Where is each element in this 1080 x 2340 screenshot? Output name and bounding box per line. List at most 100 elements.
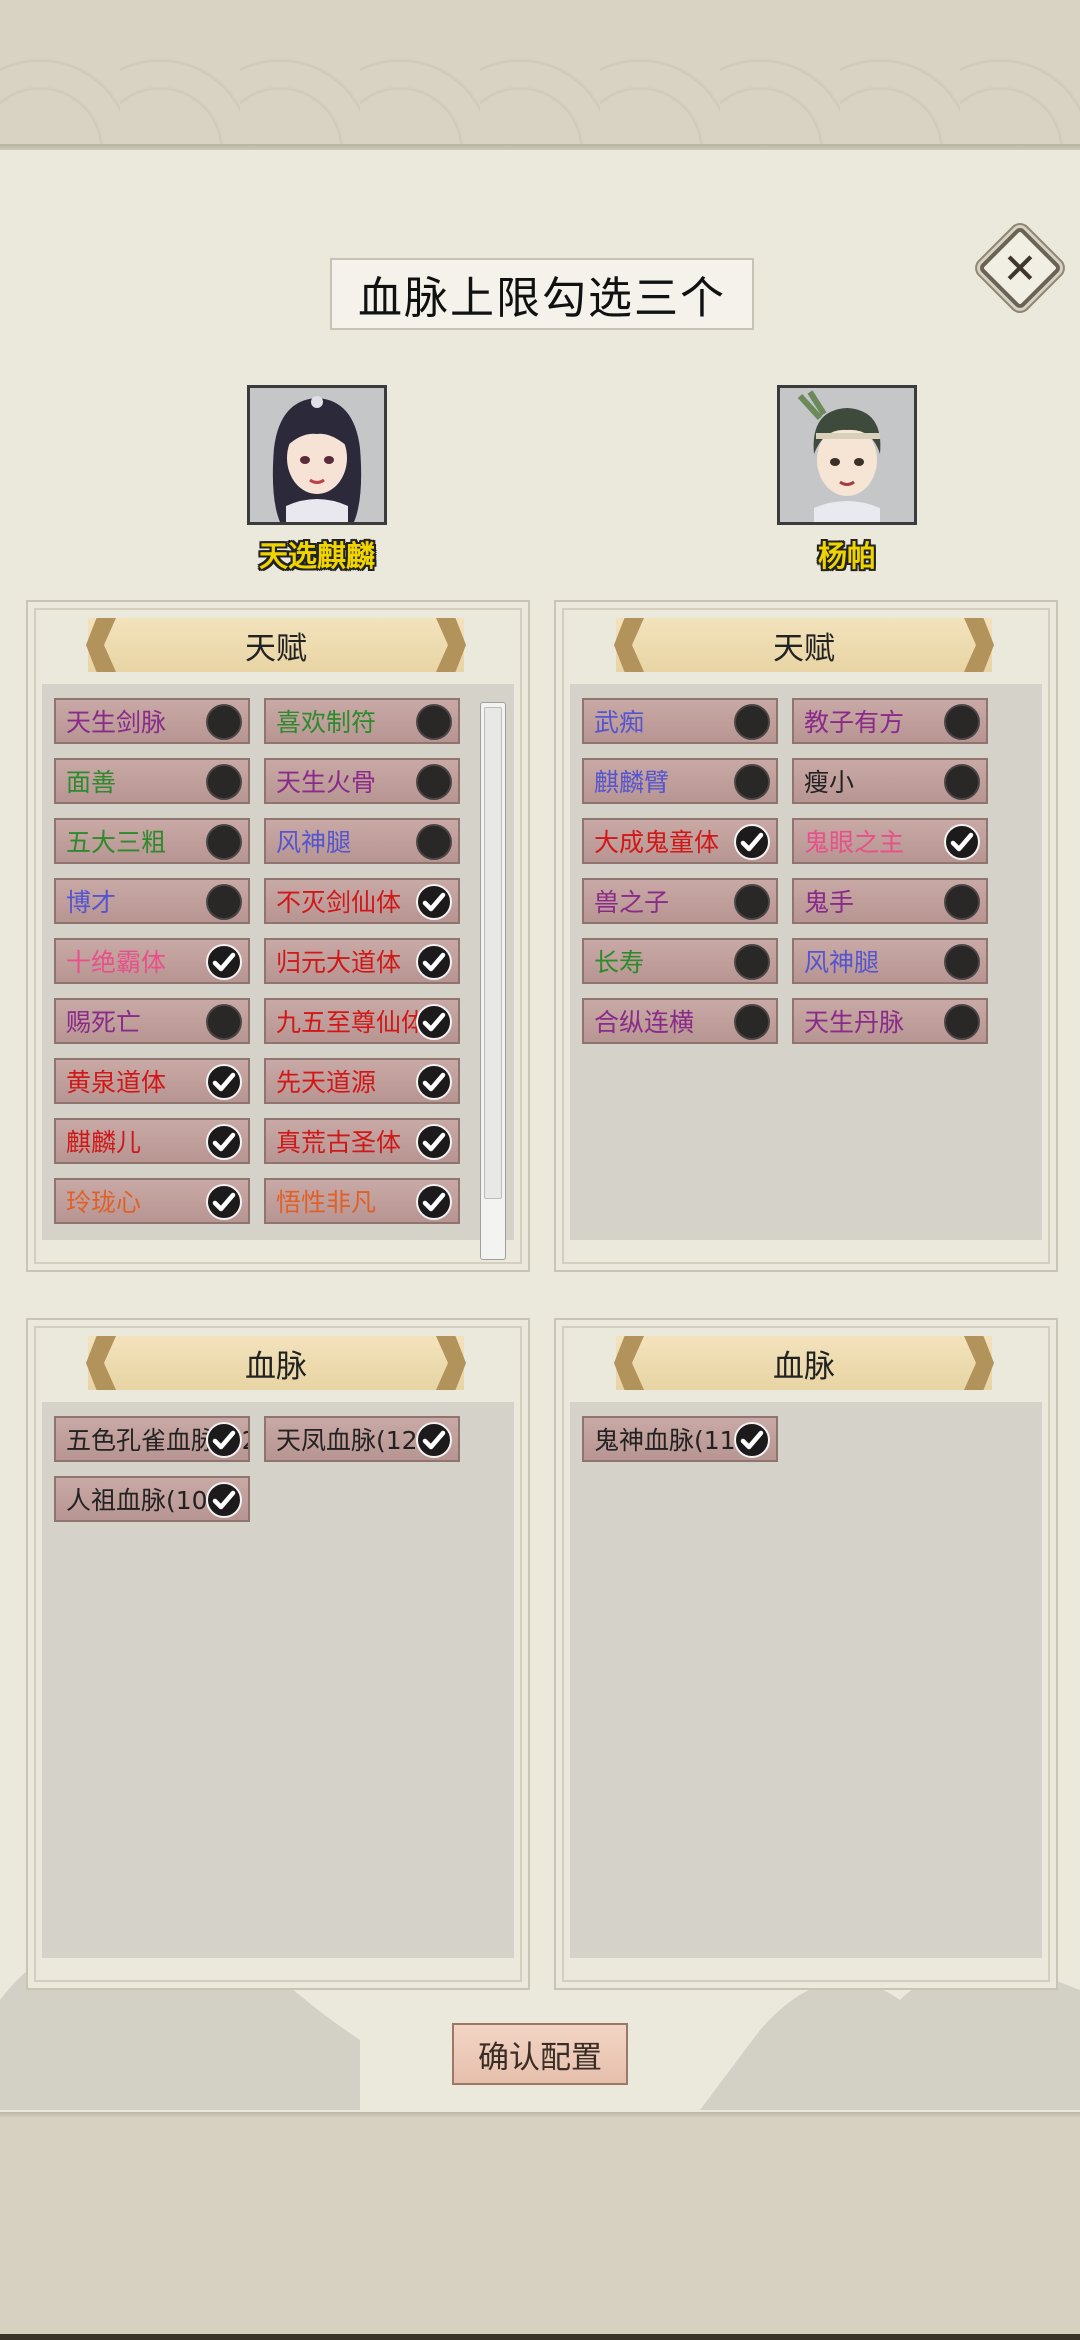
checkmark-icon[interactable] xyxy=(416,944,452,980)
checkmark-icon[interactable] xyxy=(416,1124,452,1160)
unchecked-circle-icon[interactable] xyxy=(416,704,452,740)
unchecked-circle-icon[interactable] xyxy=(206,824,242,860)
unchecked-circle-icon[interactable] xyxy=(734,764,770,800)
talent-tag[interactable]: 天生丹脉 xyxy=(792,998,988,1044)
character-right[interactable]: 杨帕 xyxy=(747,385,947,575)
talent-tag[interactable]: 风神腿 xyxy=(264,818,460,864)
prev-arrow-icon[interactable] xyxy=(86,618,116,672)
talent-tag[interactable]: 人祖血脉(10 xyxy=(54,1476,250,1522)
talent-tag[interactable]: 大成鬼童体 xyxy=(582,818,778,864)
checkmark-icon[interactable] xyxy=(734,824,770,860)
next-arrow-icon[interactable] xyxy=(436,618,466,672)
checkmark-icon[interactable] xyxy=(416,1184,452,1220)
talent-tag[interactable]: 归元大道体 xyxy=(264,938,460,984)
tag-label: 鬼手 xyxy=(804,888,855,917)
left-blood-header: 血脉 xyxy=(86,1336,466,1390)
talent-tag[interactable]: 麒麟儿 xyxy=(54,1118,250,1164)
talent-tag[interactable]: 鬼神血脉(11 xyxy=(582,1416,778,1462)
tag-label: 瘦小 xyxy=(804,768,855,797)
unchecked-circle-icon[interactable] xyxy=(206,884,242,920)
talent-tag[interactable]: 喜欢制符 xyxy=(264,698,460,744)
checkmark-icon[interactable] xyxy=(416,1064,452,1100)
prev-arrow-icon[interactable] xyxy=(614,618,644,672)
talent-tag[interactable]: 天凤血脉(12 xyxy=(264,1416,460,1462)
checkmark-icon[interactable] xyxy=(416,1422,452,1458)
left-talent-scrollbar[interactable] xyxy=(480,702,506,1260)
left-talent-panel: 天赋 天生剑脉 喜欢制符面善 天生火骨五大三粗 风神腿 博才 不灭剑仙体 十绝霸体 归元大道体… xyxy=(26,600,530,1272)
next-arrow-icon[interactable] xyxy=(964,618,994,672)
talent-tag[interactable]: 真荒古圣体 xyxy=(264,1118,460,1164)
next-arrow-icon[interactable] xyxy=(964,1336,994,1390)
talent-tag[interactable]: 鬼手 xyxy=(792,878,988,924)
checkmark-icon[interactable] xyxy=(734,1422,770,1458)
left-talent-header: 天赋 xyxy=(86,618,466,672)
unchecked-circle-icon[interactable] xyxy=(944,1004,980,1040)
checkmark-icon[interactable] xyxy=(944,824,980,860)
unchecked-circle-icon[interactable] xyxy=(944,704,980,740)
unchecked-circle-icon[interactable] xyxy=(734,884,770,920)
avatar-male xyxy=(777,385,917,525)
unchecked-circle-icon[interactable] xyxy=(944,884,980,920)
right-talent-header-label: 天赋 xyxy=(773,630,835,667)
talent-tag[interactable]: 不灭剑仙体 xyxy=(264,878,460,924)
confirm-button[interactable]: 确认配置 xyxy=(452,2023,628,2085)
checkmark-icon[interactable] xyxy=(206,1124,242,1160)
tag-label: 五大三粗 xyxy=(66,828,167,857)
talent-tag[interactable]: 兽之子 xyxy=(582,878,778,924)
talent-tag[interactable]: 风神腿 xyxy=(792,938,988,984)
unchecked-circle-icon[interactable] xyxy=(734,704,770,740)
talent-tag[interactable]: 天生剑脉 xyxy=(54,698,250,744)
male-portrait-icon xyxy=(780,388,914,522)
tag-label: 喜欢制符 xyxy=(276,708,377,737)
scrollbar-thumb[interactable] xyxy=(484,707,502,1199)
checkmark-icon[interactable] xyxy=(416,1004,452,1040)
talent-tag[interactable]: 十绝霸体 xyxy=(54,938,250,984)
next-arrow-icon[interactable] xyxy=(436,1336,466,1390)
checkmark-icon[interactable] xyxy=(206,1482,242,1518)
talent-tag[interactable]: 悟性非凡 xyxy=(264,1178,460,1224)
unchecked-circle-icon[interactable] xyxy=(206,1004,242,1040)
unchecked-circle-icon[interactable] xyxy=(734,1004,770,1040)
checkmark-icon[interactable] xyxy=(206,944,242,980)
unchecked-circle-icon[interactable] xyxy=(206,704,242,740)
unchecked-circle-icon[interactable] xyxy=(416,824,452,860)
left-blood-panel: 血脉 五色孔雀血脉(12 天凤血脉(12 人祖血脉(10 xyxy=(26,1318,530,1990)
close-button[interactable]: ✕ xyxy=(977,225,1063,311)
tag-label: 黄泉道体 xyxy=(66,1068,167,1097)
talent-tag[interactable]: 五色孔雀血脉(12 xyxy=(54,1416,250,1462)
talent-tag[interactable]: 黄泉道体 xyxy=(54,1058,250,1104)
prev-arrow-icon[interactable] xyxy=(86,1336,116,1390)
talent-tag[interactable]: 五大三粗 xyxy=(54,818,250,864)
talent-tag[interactable]: 玲珑心 xyxy=(54,1178,250,1224)
talent-tag[interactable]: 博才 xyxy=(54,878,250,924)
bottom-decor-band xyxy=(0,2112,1080,2340)
tag-label: 麒麟臂 xyxy=(594,768,670,797)
talent-tag[interactable]: 先天道源 xyxy=(264,1058,460,1104)
unchecked-circle-icon[interactable] xyxy=(944,944,980,980)
tag-label: 人祖血脉(10 xyxy=(66,1486,208,1515)
talent-tag[interactable]: 武痴 xyxy=(582,698,778,744)
unchecked-circle-icon[interactable] xyxy=(944,764,980,800)
unchecked-circle-icon[interactable] xyxy=(734,944,770,980)
talent-tag[interactable]: 麒麟臂 xyxy=(582,758,778,804)
unchecked-circle-icon[interactable] xyxy=(416,764,452,800)
talent-tag[interactable]: 赐死亡 xyxy=(54,998,250,1044)
checkmark-icon[interactable] xyxy=(206,1184,242,1220)
talent-tag[interactable]: 教子有方 xyxy=(792,698,988,744)
talent-tag[interactable]: 瘦小 xyxy=(792,758,988,804)
checkmark-icon[interactable] xyxy=(416,884,452,920)
unchecked-circle-icon[interactable] xyxy=(206,764,242,800)
tag-label: 天生剑脉 xyxy=(66,708,167,737)
character-left[interactable]: 天选麒麟 xyxy=(217,385,417,575)
prev-arrow-icon[interactable] xyxy=(614,1336,644,1390)
talent-tag[interactable]: 合纵连横 xyxy=(582,998,778,1044)
checkmark-icon[interactable] xyxy=(206,1422,242,1458)
tag-label: 鬼眼之主 xyxy=(804,828,905,857)
talent-tag[interactable]: 鬼眼之主 xyxy=(792,818,988,864)
tag-label: 面善 xyxy=(66,768,117,797)
talent-tag[interactable]: 天生火骨 xyxy=(264,758,460,804)
checkmark-icon[interactable] xyxy=(206,1064,242,1100)
talent-tag[interactable]: 长寿 xyxy=(582,938,778,984)
talent-tag[interactable]: 面善 xyxy=(54,758,250,804)
talent-tag[interactable]: 九五至尊仙体 xyxy=(264,998,460,1044)
